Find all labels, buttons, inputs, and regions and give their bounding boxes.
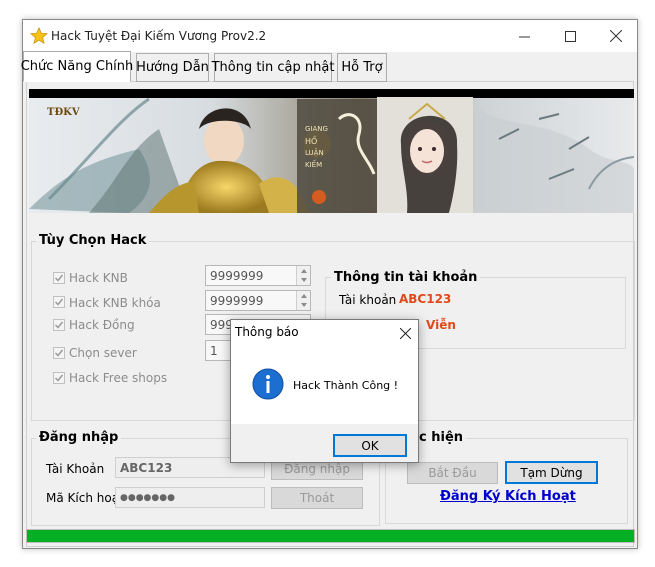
window-title: Hack Tuyệt Đại Kiếm Vương Prov2.2 (51, 29, 267, 43)
svg-text:GIANG: GIANG (305, 125, 328, 133)
checkmark-icon (54, 298, 64, 306)
dialog-footer: OK (231, 424, 418, 462)
stepper-up-down-icon (301, 294, 307, 307)
choose-server-label: Chọn sever (69, 346, 137, 360)
progress-bar (26, 529, 635, 543)
pause-button[interactable]: Tạm Dừng (505, 461, 598, 484)
hack-knb-locked-label: Hack KNB khóa (69, 296, 161, 310)
register-activation-link[interactable]: Đăng Ký Kích Hoạt (440, 489, 576, 504)
hack-dong-label: Hack Đồng (69, 318, 135, 332)
account-value: ABC123 (399, 292, 452, 306)
dialog-message: Hack Thành Công ! (293, 379, 399, 392)
login-title: Đăng nhập (36, 430, 122, 445)
hack-dong-checkbox[interactable] (53, 319, 65, 331)
tab-support[interactable]: Hỗ Trợ (337, 53, 387, 82)
close-icon (610, 30, 622, 42)
tab-guide[interactable]: Hướng Dẫn (136, 53, 209, 82)
checkmark-icon (54, 374, 64, 382)
hack-knb-stepper[interactable]: 9999999 (205, 265, 311, 286)
account-label: Tài khoản (339, 293, 397, 307)
execute-title: c hiện (416, 430, 467, 445)
hack-options-title: Tùy Chọn Hack (36, 233, 150, 248)
banner-artwork: GIANG HỒ LUẬN KIẾM TĐKV (29, 89, 634, 213)
start-button[interactable]: Bắt Đầu (407, 462, 498, 484)
svg-text:KIẾM: KIẾM (305, 159, 322, 169)
stepper-arrows[interactable] (296, 266, 310, 285)
hack-knb-locked-value: 9999999 (210, 294, 264, 308)
star-icon (30, 27, 48, 44)
game-banner-image: GIANG HỒ LUẬN KIẾM TĐKV (29, 89, 634, 213)
tab-main-functions[interactable]: Chức Năng Chính (21, 51, 133, 82)
close-button[interactable] (593, 20, 639, 52)
dialog-close-button[interactable] (393, 322, 417, 344)
maximize-icon (564, 30, 576, 42)
stepper-up-down-icon (301, 269, 307, 282)
tab-update-info[interactable]: Thông tin cập nhật (212, 53, 334, 82)
title-bar[interactable]: Hack Tuyệt Đại Kiếm Vương Prov2.2 (23, 20, 637, 52)
exit-button[interactable]: Thoát (271, 487, 363, 509)
activation-code-input[interactable]: ●●●●●●● (115, 487, 265, 508)
stepper-arrows[interactable] (296, 291, 310, 310)
checkmark-icon (54, 349, 64, 357)
svg-text:LUẬN: LUẬN (305, 148, 324, 157)
activation-code-label: Mã Kích hoạt (46, 491, 124, 505)
hack-free-shops-label: Hack Free shops (69, 371, 168, 385)
svg-text:TĐKV: TĐKV (47, 107, 80, 118)
checkmark-icon (54, 321, 64, 329)
checkmark-icon (54, 274, 64, 282)
message-dialog: Thông báo Hack Thành Công ! OK (230, 319, 419, 463)
hack-knb-locked-stepper[interactable]: 9999999 (205, 290, 311, 311)
hack-knb-checkbox[interactable] (53, 272, 65, 284)
username-label: Tài Khoản (46, 462, 105, 476)
minimize-button[interactable] (501, 20, 547, 52)
dialog-title: Thông báo (235, 325, 299, 339)
minimize-icon (518, 36, 530, 37)
hack-knb-locked-checkbox[interactable] (53, 296, 65, 308)
info-icon (252, 368, 284, 400)
account-detail-value: Viễn (426, 318, 456, 332)
choose-server-value: 1 (210, 344, 218, 358)
hack-knb-value: 9999999 (210, 269, 264, 283)
progress-fill (27, 530, 634, 542)
main-window: Hack Tuyệt Đại Kiếm Vương Prov2.2 Chức N… (21, 19, 638, 549)
choose-server-checkbox[interactable] (53, 347, 65, 359)
hack-knb-label: Hack KNB (69, 271, 128, 285)
ok-button[interactable]: OK (333, 434, 407, 457)
maximize-button[interactable] (547, 20, 593, 52)
close-icon (399, 327, 411, 339)
hack-free-shops-checkbox[interactable] (53, 372, 65, 384)
account-info-title: Thông tin tài khoản (331, 270, 481, 285)
